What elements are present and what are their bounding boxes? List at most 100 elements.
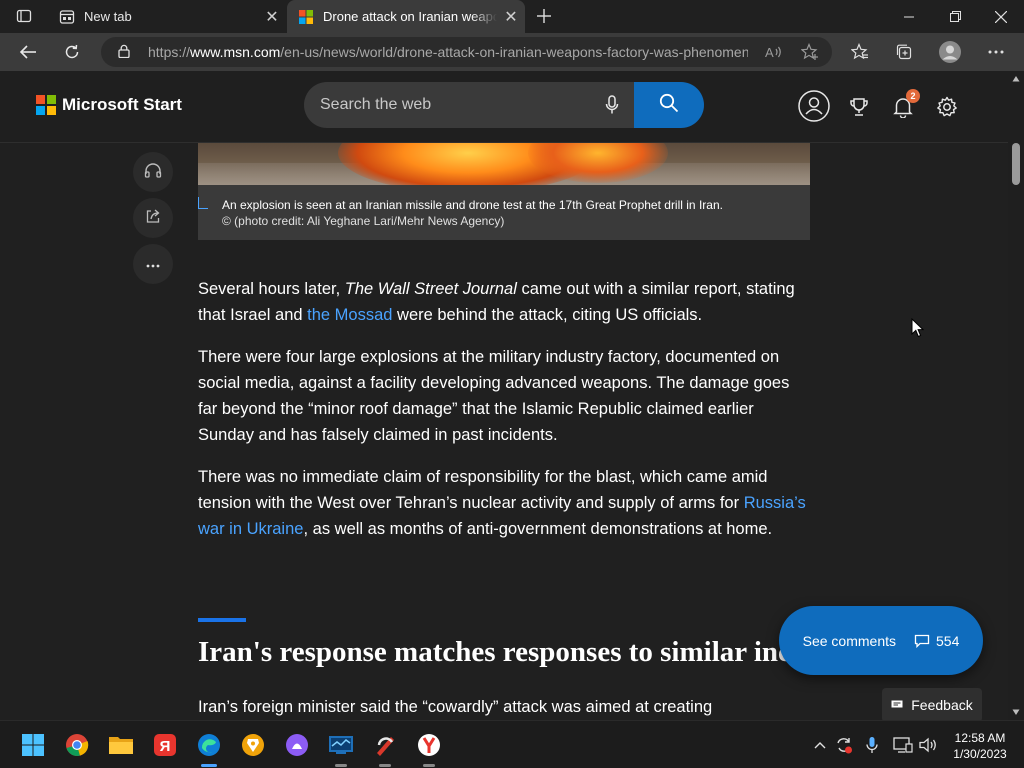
windows-taskbar: Я 12:58 AM 1/30/2023	[0, 720, 1024, 768]
ellipsis-icon	[146, 255, 160, 273]
headphones-icon	[144, 162, 162, 183]
volume-speaker-icon[interactable]	[918, 735, 938, 755]
microsoft-start-logo[interactable]: Microsoft Start	[36, 95, 182, 115]
feedback-icon	[891, 700, 903, 708]
microsoft-logo-icon	[36, 95, 56, 115]
listen-headphones-button[interactable]	[133, 152, 173, 192]
comments-label: See comments	[802, 632, 896, 649]
clock-date: 1/30/2023	[953, 747, 1007, 761]
comment-bubble-icon	[914, 634, 930, 648]
caption-marker-icon	[198, 197, 208, 209]
page-scrollbar[interactable]	[1008, 71, 1024, 720]
article-hero-image	[198, 143, 810, 185]
notifications-bell-icon[interactable]: 2	[888, 89, 920, 122]
restore-icon[interactable]	[932, 0, 978, 33]
show-hidden-icons-chevron-icon[interactable]	[810, 735, 830, 755]
article-paragraph: There was no immediate claim of responsi…	[198, 464, 810, 542]
tab-active-article[interactable]: Drone attack on Iranian weapons factory …	[287, 0, 525, 33]
profile-avatar-icon[interactable]	[934, 37, 966, 67]
see-comments-button[interactable]: See comments 554	[779, 606, 983, 675]
section-divider	[198, 618, 246, 622]
close-window-icon[interactable]	[978, 0, 1024, 33]
image-caption: An explosion is seen at an Iranian missi…	[198, 185, 810, 240]
new-tab-plus-icon[interactable]	[532, 5, 556, 27]
yandex-browser-icon[interactable]: Я	[151, 731, 179, 759]
article-paragraph: There were four large explosions at the …	[198, 348, 790, 444]
file-explorer-folder-icon[interactable]	[107, 731, 135, 759]
close-tab-icon[interactable]: ✕	[497, 3, 525, 31]
caption-text: An explosion is seen at an Iranian missi…	[222, 197, 792, 229]
mouse-cursor-icon	[911, 318, 924, 338]
share-button[interactable]	[133, 198, 173, 238]
browser-tab-bar: New tab ✕ Drone attack on Iranian weapon…	[0, 0, 1024, 33]
address-bar[interactable]: https://www.msn.com/en-us/news/world/dro…	[101, 37, 832, 67]
new-tab-icon	[59, 9, 75, 25]
microphone-icon[interactable]	[602, 94, 622, 116]
lock-icon[interactable]	[118, 44, 134, 61]
share-icon	[145, 208, 161, 229]
tab-actions-icon[interactable]	[8, 5, 40, 27]
running-app-indicator	[379, 764, 391, 767]
search-box	[304, 82, 634, 128]
mossad-link[interactable]: the Mossad	[307, 306, 392, 324]
refresh-icon[interactable]	[56, 37, 88, 67]
more-actions-button[interactable]	[133, 244, 173, 284]
scroll-thumb[interactable]	[1012, 143, 1020, 185]
scroll-up-arrow-icon[interactable]	[1012, 75, 1020, 83]
url-text: https://www.msn.com/en-us/news/world/dro…	[148, 44, 748, 60]
search-input[interactable]	[320, 96, 580, 114]
running-app-indicator	[335, 764, 347, 767]
add-favorite-icon[interactable]	[794, 37, 826, 67]
feedback-button[interactable]: Feedback	[882, 688, 982, 720]
brave-browser-icon[interactable]	[239, 731, 267, 759]
paragraph-text: Several hours later,	[198, 280, 345, 298]
brand-name: Microsoft Start	[62, 95, 182, 114]
ccleaner-icon[interactable]	[371, 731, 399, 767]
account-icon[interactable]	[798, 90, 830, 122]
search-button[interactable]	[634, 82, 704, 128]
tab-new-tab[interactable]: New tab ✕	[48, 0, 286, 33]
active-app-indicator	[201, 764, 217, 767]
alice-assistant-icon[interactable]	[283, 731, 311, 759]
section-heading: Iran's response matches responses to sim…	[198, 636, 818, 668]
more-options-icon[interactable]	[980, 37, 1012, 67]
svg-text:A: A	[765, 45, 774, 59]
scroll-down-arrow-icon[interactable]	[1012, 708, 1020, 716]
favorites-icon[interactable]	[844, 37, 876, 67]
edge-browser-icon[interactable]	[195, 731, 223, 767]
read-aloud-icon[interactable]: A	[758, 37, 790, 67]
tab-title: Drone attack on Iranian weapons factory …	[323, 9, 497, 24]
notification-badge: 2	[906, 89, 920, 103]
article-paragraph: Several hours later, The Wall Street Jou…	[198, 276, 810, 328]
publication-name: The Wall Street Journal	[344, 280, 517, 298]
network-monitor-icon[interactable]	[327, 731, 355, 767]
collections-icon[interactable]	[888, 37, 920, 67]
settings-gear-icon[interactable]	[932, 92, 962, 122]
caption-credit: © (photo credit: Ali Yeghane Lari/Mehr N…	[222, 214, 505, 228]
comments-count: 554	[914, 633, 959, 649]
clock-time: 12:58 AM	[954, 731, 1006, 745]
windows-start-icon[interactable]	[19, 731, 47, 759]
sync-status-icon[interactable]	[834, 735, 854, 755]
site-header: Microsoft Start 2	[0, 71, 1008, 143]
paragraph-text: were behind the attack, citing US offici…	[392, 306, 703, 324]
tab-title: New tab	[84, 9, 132, 24]
microsoft-logo-icon	[298, 9, 314, 25]
network-display-icon[interactable]	[893, 735, 913, 755]
caption-description: An explosion is seen at an Iranian missi…	[222, 198, 723, 212]
paragraph-text: , as well as months of anti-government d…	[303, 520, 773, 538]
paragraph-text: There was no immediate claim of responsi…	[198, 468, 768, 512]
microphone-tray-icon[interactable]	[862, 735, 882, 755]
close-tab-icon[interactable]: ✕	[258, 3, 286, 31]
browser-toolbar: https://www.msn.com/en-us/news/world/dro…	[0, 33, 1024, 71]
article-paragraph: Iran’s foreign minister said the “coward…	[198, 698, 713, 716]
minimize-icon[interactable]	[886, 0, 932, 33]
back-arrow-icon[interactable]	[12, 37, 44, 67]
chrome-icon[interactable]	[63, 731, 91, 759]
taskbar-clock[interactable]: 12:58 AM 1/30/2023	[950, 730, 1010, 762]
search-icon	[659, 93, 679, 118]
article-content: An explosion is seen at an Iranian missi…	[0, 143, 1008, 720]
feedback-label: Feedback	[911, 697, 973, 713]
rewards-trophy-icon[interactable]	[844, 92, 874, 122]
yandex-icon[interactable]	[415, 731, 443, 767]
